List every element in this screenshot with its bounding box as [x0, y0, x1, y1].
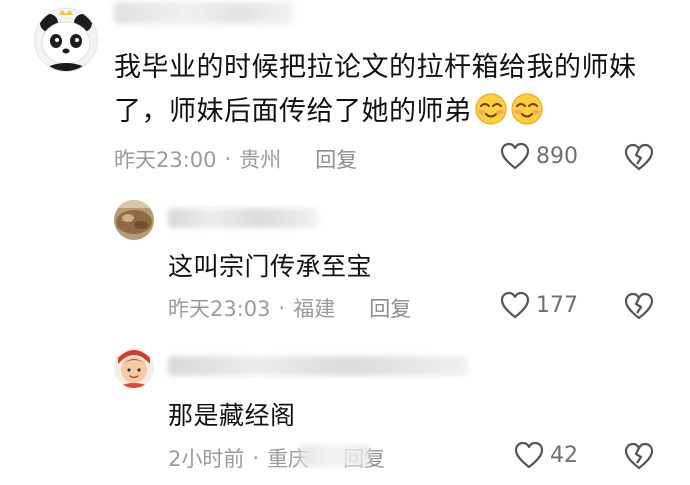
reply-button[interactable]: 回复 [369, 293, 411, 323]
meta-separator: · [278, 296, 286, 320]
photo-avatar-icon [114, 200, 154, 240]
like-count: 42 [550, 442, 578, 468]
heart-outline-icon [500, 142, 530, 170]
reply-text: 那是藏经阁 [168, 401, 296, 430]
comment-body: 我毕业的时候把拉论文的拉杆箱给我的师妹了，师妹后面传给了她的师弟 [114, 52, 637, 127]
reply-time: 昨天23:03 [168, 297, 271, 321]
meta-separator: · [252, 446, 260, 470]
reply-location: 福建 [293, 297, 336, 321]
like-button[interactable]: 42 [514, 441, 578, 469]
comment-location: 贵州 [239, 148, 282, 172]
like-count: 177 [536, 292, 578, 318]
heart-outline-icon [500, 291, 530, 319]
reply-button[interactable]: 回复 [315, 144, 357, 174]
broken-heart-icon[interactable] [624, 442, 654, 470]
smiling-face-with-closed-eyes-icon [474, 93, 507, 125]
broken-heart-icon[interactable] [624, 292, 654, 320]
like-button[interactable]: 890 [500, 142, 578, 170]
username-redacted [168, 356, 468, 376]
avatar[interactable] [114, 348, 154, 388]
like-count: 890 [536, 143, 578, 169]
heart-outline-icon [514, 441, 544, 469]
like-button[interactable]: 177 [500, 291, 578, 319]
comment-meta: 昨天23:00 · 贵州 回复 [114, 144, 357, 174]
reply-time: 2小时前 [168, 447, 245, 471]
cartoon-avatar-icon [114, 348, 154, 388]
username-redacted [168, 208, 318, 228]
meta-separator: · [224, 147, 232, 171]
comment-text: 我毕业的时候把拉论文的拉杆箱给我的师妹了，师妹后面传给了她的师弟 [114, 46, 674, 134]
panda-avatar-icon [35, 9, 97, 71]
smiling-face-with-closed-eyes-icon [510, 93, 543, 125]
redaction-patch [300, 445, 370, 467]
avatar[interactable] [34, 8, 98, 72]
comment-time: 昨天23:00 [114, 148, 217, 172]
broken-heart-icon[interactable] [624, 143, 654, 171]
username-redacted [114, 2, 294, 24]
reply-text: 这叫宗门传承至宝 [168, 252, 373, 281]
avatar[interactable] [114, 200, 154, 240]
reply-meta: 昨天23:03 · 福建 回复 [168, 293, 411, 323]
